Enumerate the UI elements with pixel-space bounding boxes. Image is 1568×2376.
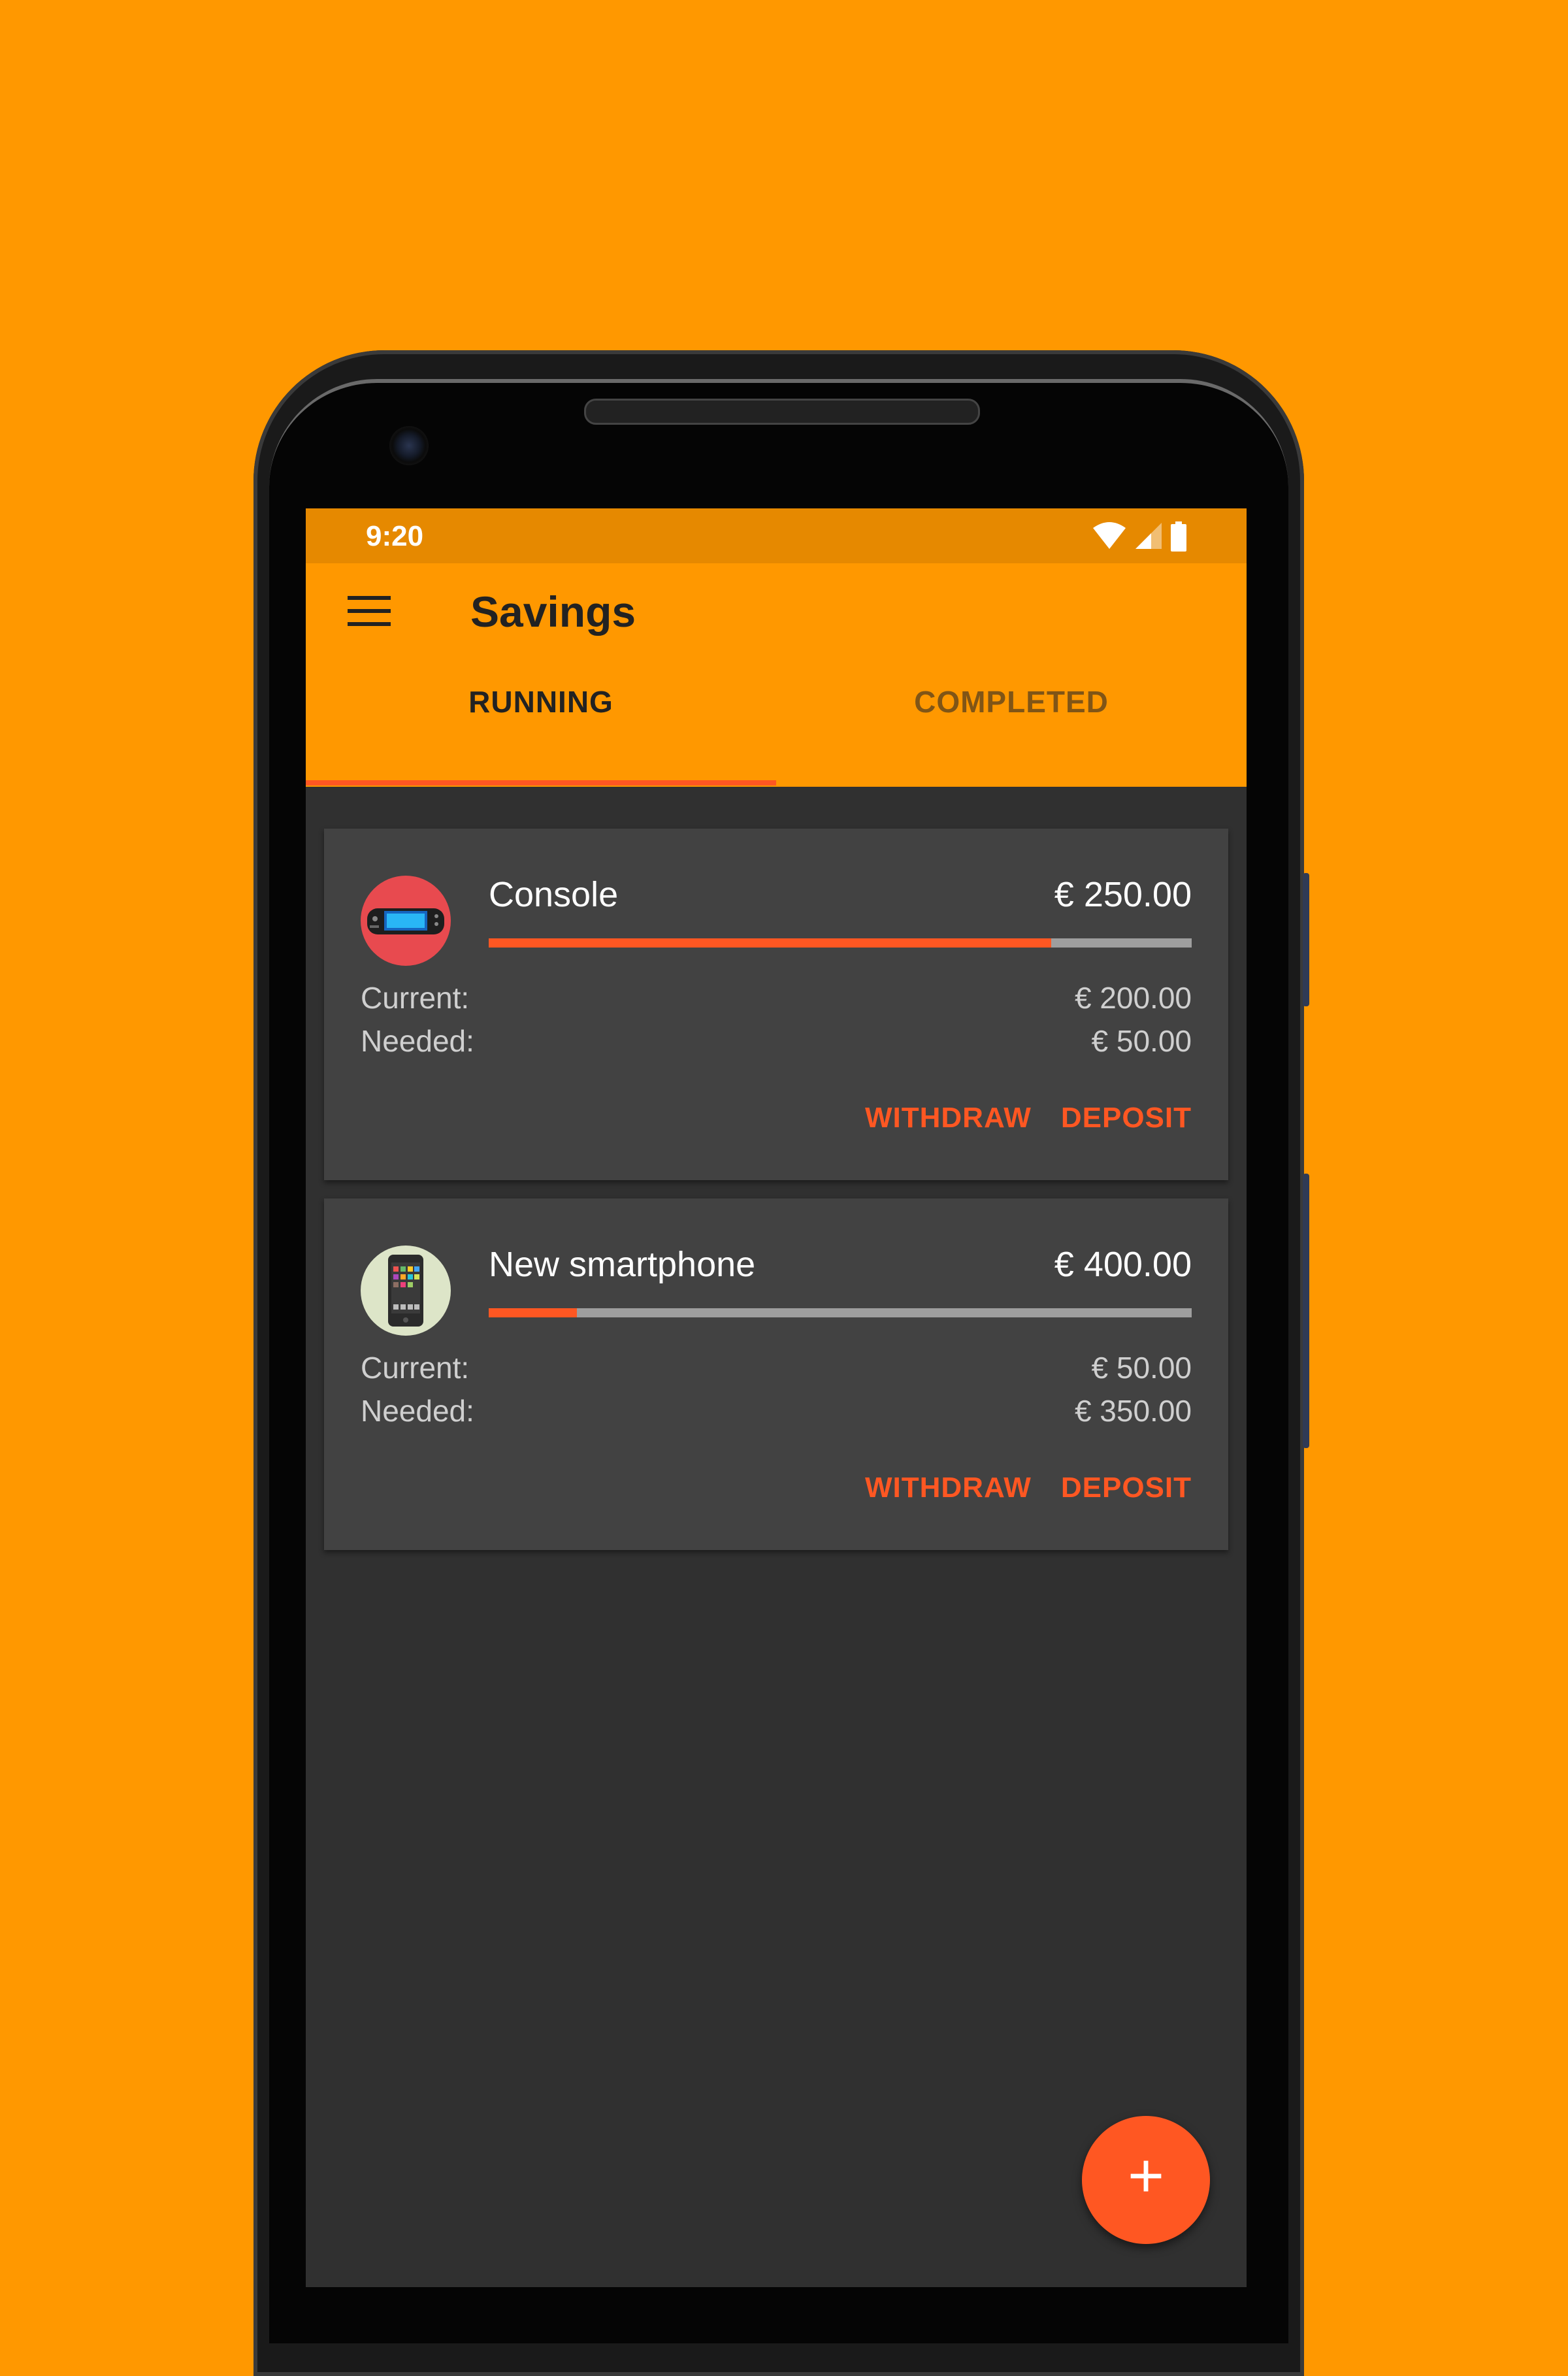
battery-icon xyxy=(1171,521,1186,552)
power-button xyxy=(1303,873,1309,1006)
deposit-button[interactable]: DEPOSIT xyxy=(1061,1472,1192,1504)
front-camera xyxy=(389,426,429,465)
goal-progress-bar xyxy=(489,1308,1192,1317)
add-icon: + xyxy=(1127,2141,1165,2211)
deposit-button[interactable]: DEPOSIT xyxy=(1061,1102,1192,1134)
tab-bar: RUNNING COMPLETED xyxy=(306,656,1247,787)
current-label: Current: xyxy=(361,981,470,1015)
tab-running[interactable]: RUNNING xyxy=(306,656,776,787)
app-bar: Savings xyxy=(306,563,1247,656)
current-value: € 50.00 xyxy=(1091,1351,1192,1385)
needed-label: Needed: xyxy=(361,1394,474,1428)
status-time: 9:20 xyxy=(366,520,424,552)
goal-target-amount: € 250.00 xyxy=(1054,875,1192,914)
current-label: Current: xyxy=(361,1351,470,1385)
goal-name: Console xyxy=(489,875,619,914)
smartphone-icon xyxy=(388,1255,423,1327)
earpiece-speaker xyxy=(584,399,980,425)
current-value: € 200.00 xyxy=(1074,981,1192,1015)
goal-avatar xyxy=(361,876,451,966)
menu-icon[interactable] xyxy=(346,595,392,627)
goal-name: New smartphone xyxy=(489,1245,756,1284)
tab-completed[interactable]: COMPLETED xyxy=(776,656,1247,787)
status-bar: 9:20 xyxy=(306,508,1247,563)
goal-progress-fill xyxy=(489,938,1051,948)
goal-card-console[interactable]: Console € 250.00 Current: € 200.00 Neede… xyxy=(324,829,1228,1180)
goal-target-amount: € 400.00 xyxy=(1054,1245,1192,1284)
goal-avatar xyxy=(361,1246,451,1336)
signal-icon xyxy=(1135,523,1162,549)
wifi-icon xyxy=(1093,522,1126,549)
withdraw-button[interactable]: WITHDRAW xyxy=(865,1102,1032,1134)
page-title: Savings xyxy=(470,587,636,636)
status-icons xyxy=(1088,521,1188,552)
add-goal-button[interactable]: + xyxy=(1082,2116,1210,2244)
withdraw-button[interactable]: WITHDRAW xyxy=(865,1472,1032,1504)
needed-value: € 350.00 xyxy=(1074,1394,1192,1428)
goal-progress-fill xyxy=(489,1308,577,1317)
goal-card-smartphone[interactable]: New smartphone € 400.00 Current: € 50.00… xyxy=(324,1198,1228,1550)
goal-progress-bar xyxy=(489,938,1192,948)
needed-value: € 50.00 xyxy=(1091,1024,1192,1058)
tab-indicator xyxy=(306,780,776,785)
game-console-icon xyxy=(367,908,444,934)
needed-label: Needed: xyxy=(361,1024,474,1058)
volume-button xyxy=(1303,1174,1309,1448)
app-screen: 9:20 Savings RUNNING COMPLETED Console €… xyxy=(306,508,1247,2287)
